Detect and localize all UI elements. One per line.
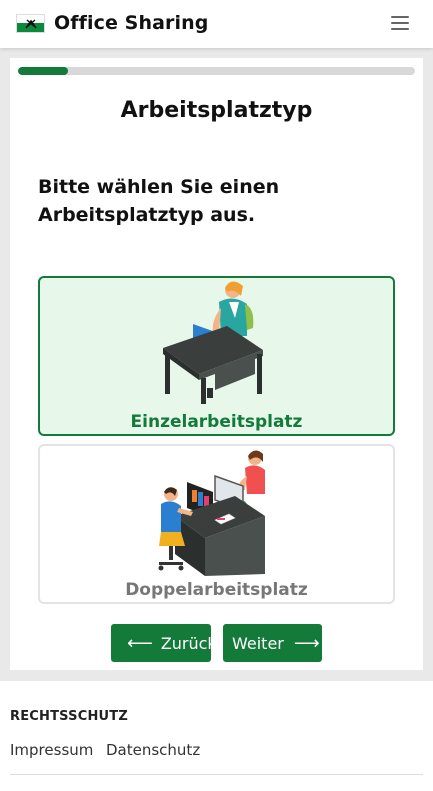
brand[interactable]: Office Sharing [16, 12, 208, 34]
option-doppelarbeitsplatz[interactable]: Doppelarbeitsplatz [38, 444, 395, 604]
next-button-label: Weiter [232, 633, 284, 653]
double-desk-illustration [155, 446, 285, 576]
back-button[interactable]: ⟵ Zurück [111, 624, 217, 662]
option-label: Einzelarbeitsplatz [130, 412, 303, 432]
back-button-label: Zurück [160, 633, 217, 653]
flag-icon [16, 13, 45, 33]
footer: RECHTSSCHUTZ Impressum Datenschutz [0, 681, 433, 791]
main-card: Arbeitsplatztyp Bitte wählen Sie einen A… [10, 58, 423, 670]
brand-name: Office Sharing [54, 12, 209, 34]
option-label: Doppelarbeitsplatz [125, 580, 308, 600]
progress-bar-fill [18, 67, 68, 75]
option-einzelarbeitsplatz[interactable]: Einzelarbeitsplatz [38, 276, 395, 436]
single-desk-illustration [155, 278, 285, 408]
hamburger-menu-icon[interactable] [391, 15, 409, 31]
next-button[interactable]: Weiter ⟶ [223, 624, 322, 662]
instruction-text: Bitte wählen Sie einen Arbeitsplatztyp a… [38, 176, 280, 226]
page-title: Arbeitsplatztyp [120, 98, 313, 123]
arrow-right-icon: ⟶ [293, 632, 320, 654]
progress-bar [18, 67, 415, 75]
footer-divider [10, 774, 423, 775]
impressum-link[interactable]: Impressum [10, 741, 93, 759]
top-navbar: Office Sharing [0, 0, 433, 48]
arrow-left-icon: ⟵ [127, 632, 153, 654]
datenschutz-link[interactable]: Datenschutz [106, 741, 200, 759]
footer-heading: RECHTSSCHUTZ [10, 709, 128, 724]
